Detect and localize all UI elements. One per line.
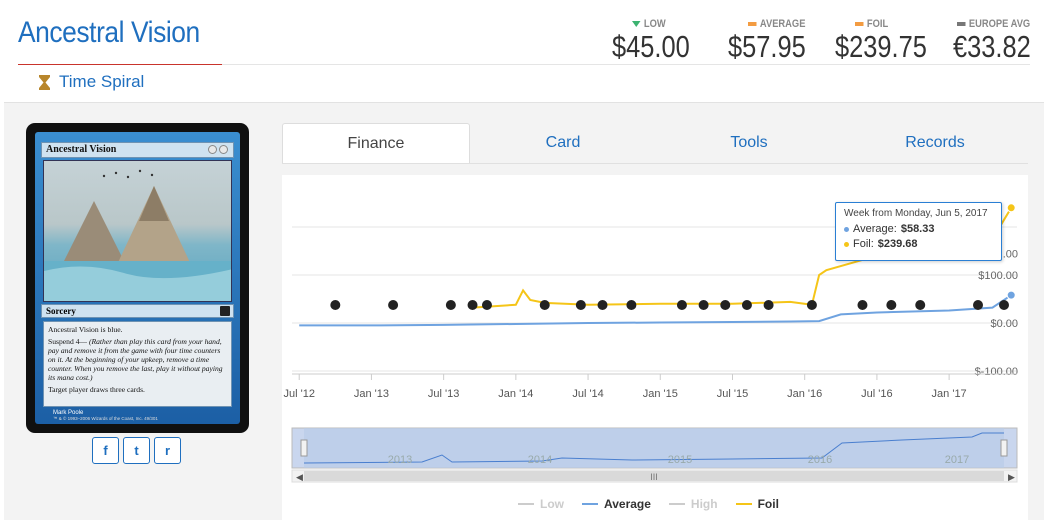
series-line-average [299, 294, 1012, 327]
tab-bar: Finance Card Tools Records [282, 123, 1028, 164]
price-foil: FOIL $239.75 [835, 18, 947, 65]
navigator-label: 2016 [808, 454, 832, 466]
set-release-flag-icon [575, 300, 586, 310]
y-tick-label: $0.00 [990, 318, 1018, 330]
set-release-flag-icon [626, 300, 637, 310]
hourglass-icon [39, 74, 50, 90]
set-release-flag-icon [763, 300, 774, 310]
navigator-label: 2013 [388, 454, 412, 466]
navigator-handle [300, 439, 308, 457]
set-release-flag-icon [597, 300, 608, 310]
price-low: LOW $45.00 [612, 18, 707, 65]
reddit-icon: r [164, 443, 171, 458]
card-rules-text: Ancestral Vision is blue. Suspend 4— (Ra… [43, 321, 232, 407]
x-tick-label: Jan '16 [787, 388, 822, 400]
price-chart[interactable]: $100.00 $0.00 $-100.00 .00 Jul '12 Jan '13 Jul… [282, 175, 1028, 520]
navigator-handle [1000, 439, 1008, 457]
set-release-flag-icon [857, 300, 868, 310]
reddit-share-button[interactable]: r [154, 437, 181, 464]
set-symbol-icon [220, 306, 230, 316]
tab-records[interactable]: Records [842, 123, 1028, 163]
legend-item-average[interactable]: Average [582, 497, 651, 511]
card-copyright: ™ & © 1993–2006 Wizards of the Coast, In… [53, 416, 158, 421]
card-image[interactable]: Ancestral Vision Sorcery Ancestral Visio… [26, 123, 249, 433]
set-release-flag-icon [330, 300, 341, 310]
scroll-right-icon: ▶ [1008, 472, 1015, 482]
x-tick-label: Jul '14 [572, 388, 603, 400]
series-point-foil [1006, 203, 1016, 213]
twitter-icon: t [134, 443, 139, 458]
set-release-flag-icon [720, 300, 731, 310]
y-tick-label: $100.00 [978, 270, 1018, 282]
card-art [43, 160, 232, 302]
page: Ancestral Vision Time Spiral LOW $45.00 … [0, 0, 1044, 520]
x-tick-label: Jan '15 [643, 388, 678, 400]
facebook-share-button[interactable]: f [92, 437, 119, 464]
x-tick-label: Jan '17 [932, 388, 967, 400]
set-release-flag-icon [388, 300, 399, 310]
x-tick-label: Jul '15 [717, 388, 748, 400]
tooltip-foil-value: $239.68 [877, 238, 918, 250]
set-release-flag-icon [886, 300, 897, 310]
navigator-label: 2017 [945, 454, 969, 466]
set-release-flag-icon [467, 300, 478, 310]
legend-item-low[interactable]: Low [518, 497, 564, 511]
chart-legend: Low Average High Foil [518, 497, 779, 511]
dash-icon [855, 22, 864, 26]
x-tick-label: Jan '14 [498, 388, 533, 400]
legend-item-high[interactable]: High [668, 497, 718, 511]
scrollbar-grip-icon: III [650, 472, 658, 482]
price-value: €33.82 [953, 29, 1031, 64]
price-value: $57.95 [728, 29, 806, 64]
set-release-flag-icon [915, 300, 926, 310]
set-release-flag-icon [481, 300, 492, 310]
card-face: Ancestral Vision Sorcery Ancestral Visio… [35, 132, 240, 424]
x-tick-label: Jan '13 [354, 388, 389, 400]
tooltip-heading: Week from Monday, Jun 5, 2017 [844, 208, 988, 219]
page-title: Ancestral Vision [18, 16, 200, 49]
set-release-flag-icon [999, 300, 1010, 310]
chart-tooltip: Week from Monday, Jun 5, 2017 Average: $5… [835, 202, 1002, 261]
twitter-share-button[interactable]: t [123, 437, 150, 464]
dash-icon [957, 22, 966, 26]
series-point-average [1006, 290, 1016, 300]
card-name: Ancestral Vision [41, 142, 234, 158]
price-value: $239.75 [835, 29, 927, 64]
set-name: Time Spiral [59, 72, 145, 91]
legend-item-foil[interactable]: Foil [735, 497, 779, 511]
y-tick-label: $-100.00 [975, 366, 1018, 378]
set-release-flag-icon [445, 300, 456, 310]
x-tick-label: Jul '16 [861, 388, 892, 400]
card-type: Sorcery [41, 304, 234, 318]
price-average: AVERAGE $57.95 [728, 18, 823, 65]
navigator-label: 2014 [528, 454, 552, 466]
tab-finance[interactable]: Finance [282, 123, 470, 163]
set-release-flag-icon [741, 300, 752, 310]
tooltip-average-value: $58.33 [900, 223, 935, 235]
scroll-left-icon: ◀ [296, 472, 303, 482]
mana-cost [208, 145, 228, 154]
tab-card[interactable]: Card [470, 123, 656, 163]
set-release-flag-icon [539, 300, 550, 310]
set-release-flag-icon [676, 300, 687, 310]
facebook-icon: f [103, 443, 108, 458]
tab-tools[interactable]: Tools [656, 123, 842, 163]
price-europe-avg: EUROPE AVG €33.82 [953, 18, 1044, 65]
set-release-flag-icon [806, 300, 817, 310]
x-tick-label: Jul '12 [283, 388, 314, 400]
navigator-label: 2015 [668, 454, 692, 466]
set-link[interactable]: Time Spiral [38, 72, 144, 92]
set-release-flag-icon [973, 300, 984, 310]
price-value: $45.00 [612, 29, 690, 64]
triangle-down-icon [632, 21, 641, 27]
y-tick-label: .00 [1003, 248, 1018, 260]
title-underline [18, 64, 222, 65]
x-tick-label: Jul '13 [428, 388, 459, 400]
dash-icon [748, 22, 757, 26]
share-buttons: f t r [92, 437, 181, 464]
set-release-flag-icon [698, 300, 709, 310]
